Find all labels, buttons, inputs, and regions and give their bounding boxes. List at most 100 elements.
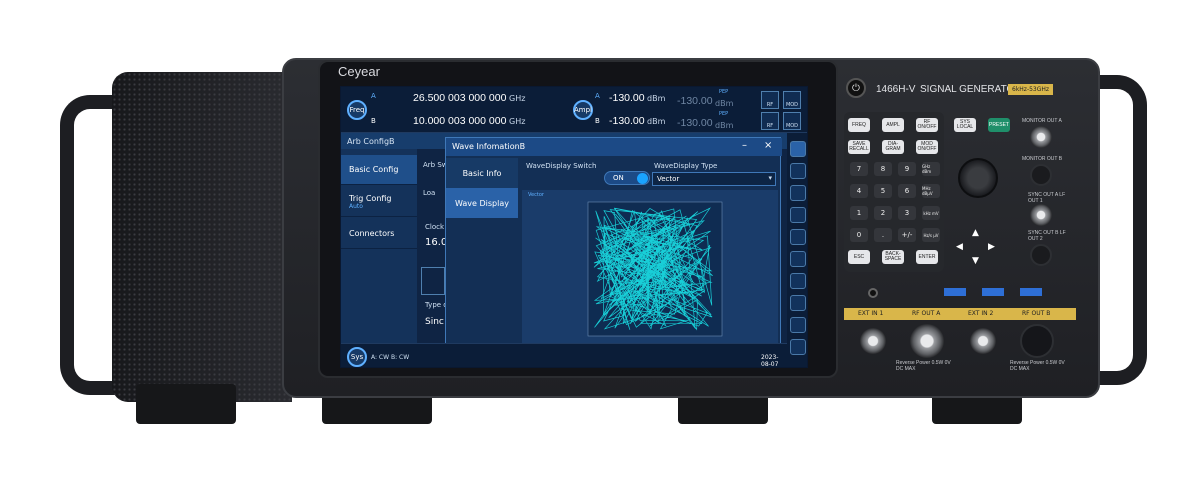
key-6[interactable]: 6 (898, 184, 916, 198)
left-navigation: Basic Config Trig Config Auto Connectors (341, 149, 417, 343)
key-sign[interactable]: +/- (898, 228, 916, 242)
key-1[interactable]: 1 (850, 206, 868, 220)
file-icon[interactable] (790, 229, 806, 245)
pep-a-value: -130.00 (677, 95, 713, 107)
diagram-key[interactable]: DIA- GRAM (882, 140, 904, 154)
mod-a-toggle[interactable]: MOD (783, 91, 801, 109)
key-4[interactable]: 4 (850, 184, 868, 198)
ext-in-2-label: EXT IN 2 (968, 310, 994, 317)
calendar-icon[interactable] (790, 251, 806, 267)
key-mhz[interactable]: MHz dBµV (922, 184, 940, 198)
rf-out-a-label: RF OUT A (912, 310, 941, 317)
esc-key[interactable]: ESC (848, 250, 870, 264)
datetime: 2023-08-07 10:43 (761, 354, 779, 368)
freq-button[interactable]: Freq (347, 100, 367, 120)
touch-screen[interactable]: Freq A B 26.500 003 000 000 GHz 10.000 0… (340, 86, 808, 368)
nav-trig-config[interactable]: Trig Config Auto (341, 187, 417, 217)
key-9[interactable]: 9 (898, 162, 916, 176)
key-5[interactable]: 5 (874, 184, 892, 198)
wave-display-switch[interactable]: ON (604, 171, 650, 185)
power-icon[interactable]: ⏻ (846, 78, 866, 98)
nav-basic-config[interactable]: Basic Config (341, 155, 417, 185)
rf-onoff-key[interactable]: RF ON/OFF (916, 118, 938, 132)
ampl-b-value[interactable]: -130.00 (609, 115, 645, 127)
key-dot[interactable]: . (874, 228, 892, 242)
tab-basic-info[interactable]: Basic Info (446, 158, 518, 188)
pep-a-label: PEP (719, 89, 729, 95)
clock-value[interactable]: 16.0 (425, 237, 447, 248)
mod-b-toggle[interactable]: MOD (783, 112, 801, 130)
rotary-knob[interactable] (958, 158, 998, 198)
window-icon[interactable] (790, 163, 806, 179)
rf-b-toggle[interactable]: RF (761, 112, 779, 130)
arrow-left-icon[interactable]: ◀ (956, 242, 963, 252)
plot-title: Vector (528, 192, 544, 198)
ampl-button[interactable]: Ampl (573, 100, 593, 120)
key-7[interactable]: 7 (850, 162, 868, 176)
waveform-box[interactable] (421, 267, 445, 295)
arrow-up-icon[interactable]: ▲ (972, 228, 979, 238)
clock-label: Clock (425, 223, 445, 231)
vector-constellation (587, 201, 723, 337)
freq-key[interactable]: FREQ (848, 118, 870, 132)
ampl-a-value[interactable]: -130.00 (609, 92, 645, 104)
back-icon[interactable] (790, 273, 806, 289)
nav-connectors[interactable]: Connectors (341, 219, 417, 249)
monitor-out-b-cover (1030, 164, 1052, 186)
sync-out-a-connector (1030, 204, 1052, 226)
brand-logo: Ceyear (338, 64, 380, 79)
arrow-down-icon[interactable]: ▼ (972, 256, 979, 266)
channel-a-label: A (371, 92, 376, 100)
ext-in-1-connector (860, 328, 886, 354)
key-8[interactable]: 8 (874, 162, 892, 176)
rf-a-toggle[interactable]: RF (761, 91, 779, 109)
arrow-pad[interactable]: ▲ ◀ ▶ ▼ (956, 228, 1002, 268)
switch-label: WaveDisplay Switch (526, 162, 597, 170)
tab-basic-info-label: Basic Info (462, 168, 502, 178)
save-icon[interactable] (790, 207, 806, 223)
type-select-label: WaveDisplay Type (654, 162, 718, 170)
grid-icon[interactable] (790, 317, 806, 333)
load-label[interactable]: Loa (423, 189, 435, 197)
pep-a-unit: dBm (715, 99, 734, 108)
ampl-channel-a-label: A (595, 92, 600, 100)
help-icon[interactable] (790, 339, 806, 355)
save-recall-key[interactable]: SAVE RECALL (848, 140, 870, 154)
key-3[interactable]: 3 (898, 206, 916, 220)
key-hz[interactable]: Hz/s µV (922, 228, 940, 242)
reverse-power-a: Reverse Power 0.5W 0V DC MAX (896, 360, 951, 372)
minimize-icon[interactable]: – (742, 140, 747, 151)
ampl-b-unit: dBm (647, 117, 666, 126)
preset-key[interactable]: PRESET (988, 118, 1010, 132)
type-value[interactable]: Sinc (425, 317, 444, 327)
arrow-right-icon[interactable]: ▶ (988, 242, 995, 252)
arb-switch-label: Arb Sw (423, 161, 448, 169)
ampl-key[interactable]: AMPL (882, 118, 904, 132)
sync-out-a-label: SYNC OUT A LF OUT 1 (1028, 192, 1066, 204)
reverse-power-b: Reverse Power 0.5W 0V DC MAX (1010, 360, 1065, 372)
vector-plot-area: Vector (522, 190, 778, 350)
key-ghz[interactable]: GHz dBm (922, 162, 940, 176)
home-icon[interactable] (790, 141, 806, 157)
key-2[interactable]: 2 (874, 206, 892, 220)
list-icon[interactable] (790, 185, 806, 201)
enter-key[interactable]: ENTER (916, 250, 938, 264)
sync-out-b-label: SYNC OUT B LF OUT 2 (1028, 230, 1066, 242)
status-header: Freq A B 26.500 003 000 000 GHz 10.000 0… (341, 87, 807, 133)
nav-basic-config-label: Basic Config (349, 165, 399, 174)
switch-state-label: ON (613, 174, 624, 182)
sys-button[interactable]: Sys (347, 347, 367, 367)
mod-onoff-key[interactable]: MOD ON/OFF (916, 140, 938, 154)
tab-wave-display[interactable]: Wave Display (446, 188, 518, 218)
freq-b-unit: GHz (509, 117, 526, 126)
sys-local-key[interactable]: SYS LOCAL (954, 118, 976, 132)
close-icon[interactable]: × (764, 140, 772, 151)
freq-a-unit: GHz (509, 94, 526, 103)
backspace-key[interactable]: BACK- SPACE (882, 250, 904, 264)
freq-b-value[interactable]: 10.000 003 000 000 (413, 115, 506, 127)
wave-display-type-select[interactable]: Vector ▾ (652, 172, 776, 186)
key-khz[interactable]: kHz mV (922, 206, 940, 220)
camera-icon[interactable] (790, 295, 806, 311)
key-0[interactable]: 0 (850, 228, 868, 242)
freq-a-value[interactable]: 26.500 003 000 000 (413, 92, 506, 104)
